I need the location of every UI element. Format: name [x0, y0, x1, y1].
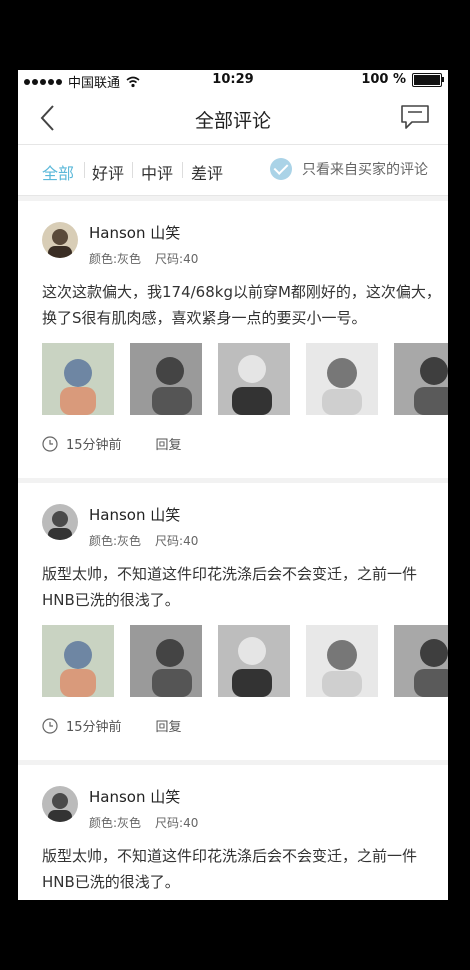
battery-percent: 100 %: [361, 72, 406, 87]
review-sku: 颜色:灰色 尺码:40: [89, 814, 212, 831]
tab-divider: [132, 162, 133, 178]
review-photo[interactable]: [306, 625, 378, 697]
review-time: 15分钟前: [66, 438, 122, 453]
checkmark-icon[interactable]: [270, 158, 292, 180]
review-size: 尺码:40: [155, 534, 199, 548]
tab-divider: [182, 162, 183, 178]
navigation-bar: 全部评论: [18, 90, 448, 145]
review-time: 15分钟前: [66, 720, 122, 735]
review-photos: [42, 625, 448, 697]
avatar[interactable]: [42, 786, 78, 822]
review-username: Hanson 山笑: [89, 506, 181, 524]
review-photo[interactable]: [394, 343, 448, 415]
review-size: 尺码:40: [155, 252, 199, 266]
review-size: 尺码:40: [155, 816, 199, 830]
review-photos: [42, 343, 448, 415]
review-card: Hanson 山笑 颜色:灰色 尺码:40 版型太帅，不知道这件印花洗涤后会不会变…: [18, 765, 448, 900]
review-text: 这次这款偏大，我174/68kg以前穿M都刚好的，这次偏大，换了S很有肌肉感，喜…: [42, 283, 441, 327]
review-photo[interactable]: [42, 625, 114, 697]
tab-positive[interactable]: 好评: [92, 160, 124, 184]
status-bar: 中国联通 10:29 100 %: [18, 70, 448, 91]
page-title: 全部评论: [194, 110, 271, 132]
review-footer: 15分钟前 回复: [42, 716, 182, 735]
review-text: 版型太帅，不知道这件印花洗涤后会不会变迁，之前一件HNB已洗的很浅了。: [42, 565, 418, 609]
review-photo[interactable]: [218, 343, 290, 415]
review-photo[interactable]: [42, 343, 114, 415]
review-username: Hanson 山笑: [89, 224, 181, 242]
buyers-only-toggle[interactable]: 只看来自买家的评论: [270, 158, 428, 180]
filter-tabs: 全部 好评 中评 差评 只看来自买家的评论: [18, 145, 448, 196]
app-screen: 中国联通 10:29 100 % 全部评论 全部 好评 中评 差评 只看来自买家…: [18, 70, 448, 900]
review-sku: 颜色:灰色 尺码:40: [89, 250, 212, 267]
buyers-only-label: 只看来自买家的评论: [302, 162, 428, 178]
review-card: Hanson 山笑 颜色:灰色 尺码:40 版型太帅，不知道这件印花洗涤后会不会变…: [18, 483, 448, 760]
review-username: Hanson 山笑: [89, 788, 181, 806]
review-sku: 颜色:灰色 尺码:40: [89, 532, 212, 549]
chat-bubble-icon[interactable]: [400, 104, 430, 130]
phone-frame: 中国联通 10:29 100 % 全部评论 全部 好评 中评 差评 只看来自买家…: [0, 0, 470, 970]
reply-button[interactable]: 回复: [156, 434, 182, 453]
avatar[interactable]: [42, 222, 78, 258]
review-photo[interactable]: [394, 625, 448, 697]
tab-neutral[interactable]: 中评: [141, 160, 173, 184]
review-text: 版型太帅，不知道这件印花洗涤后会不会变迁，之前一件HNB已洗的很浅了。: [42, 847, 418, 891]
review-card: Hanson 山笑 颜色:灰色 尺码:40 这次这款偏大，我174/68kg以前穿…: [18, 201, 448, 478]
tab-negative[interactable]: 差评: [191, 160, 223, 184]
review-footer: 15分钟前 回复: [42, 434, 182, 453]
review-photo[interactable]: [306, 343, 378, 415]
tab-divider: [84, 162, 85, 178]
review-photo[interactable]: [130, 625, 202, 697]
clock-icon: [42, 717, 58, 734]
review-photo[interactable]: [130, 343, 202, 415]
review-color: 颜色:灰色: [89, 252, 142, 266]
review-photo[interactable]: [218, 625, 290, 697]
battery-icon: [412, 72, 444, 87]
reply-button[interactable]: 回复: [156, 716, 182, 735]
clock-icon: [42, 435, 58, 452]
tab-all[interactable]: 全部: [42, 160, 74, 184]
review-color: 颜色:灰色: [89, 816, 142, 830]
avatar[interactable]: [42, 504, 78, 540]
review-color: 颜色:灰色: [89, 534, 142, 548]
